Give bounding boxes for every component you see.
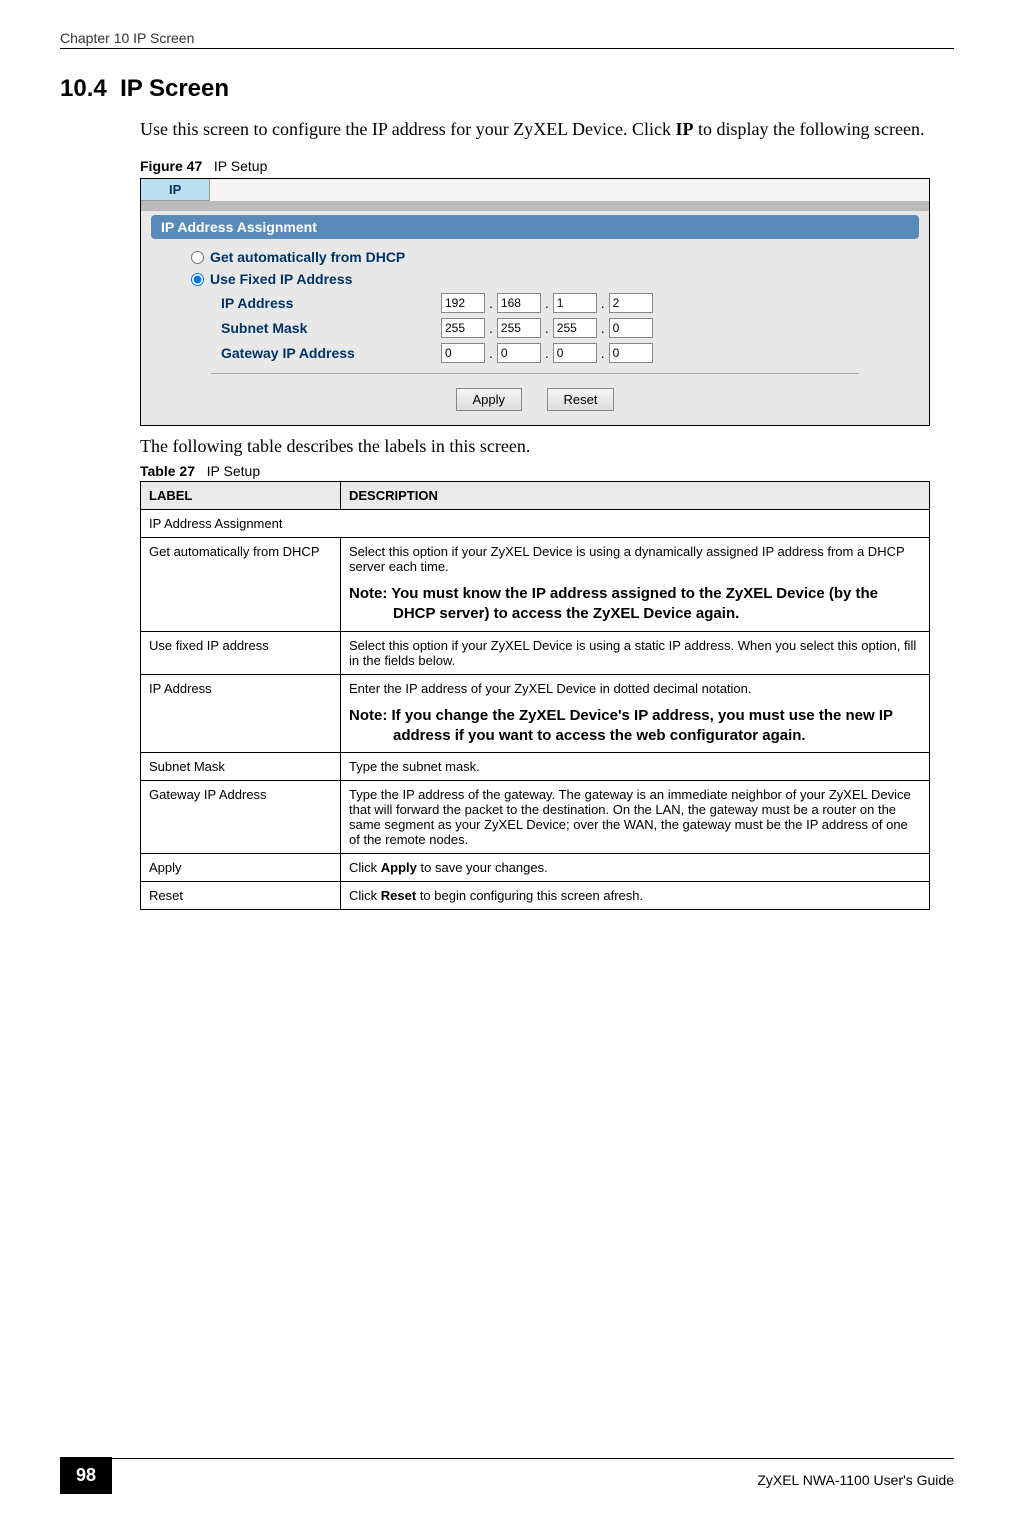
td-description: Type the IP address of the gateway. The …	[341, 781, 930, 854]
td-note: Note: If you change the ZyXEL Device's I…	[349, 706, 921, 747]
figure-label: Figure 47	[140, 158, 202, 174]
ip-octet-4[interactable]	[609, 293, 653, 313]
subnet-octet-2[interactable]	[497, 318, 541, 338]
footer-guide-name: ZyXEL NWA-1100 User's Guide	[757, 1472, 954, 1488]
dot-icon: .	[489, 345, 493, 361]
row-subnet-mask: Subnet Mask . . .	[221, 318, 919, 338]
td-label: Gateway IP Address	[141, 781, 341, 854]
td-desc-pre: Click	[349, 860, 381, 875]
divider	[211, 373, 859, 374]
radio-dhcp[interactable]	[191, 251, 204, 264]
dot-icon: .	[489, 295, 493, 311]
radio-row-fixed[interactable]: Use Fixed IP Address	[191, 271, 919, 287]
table-row: Subnet Mask Type the subnet mask.	[141, 753, 930, 781]
gateway-octet-4[interactable]	[609, 343, 653, 363]
dot-icon: .	[545, 295, 549, 311]
td-desc-pre: Click	[349, 888, 381, 903]
ip-octet-3[interactable]	[553, 293, 597, 313]
radio-fixed[interactable]	[191, 273, 204, 286]
td-label: IP Address Assignment	[141, 510, 930, 538]
td-description: Type the subnet mask.	[341, 753, 930, 781]
table-row: Use fixed IP address Select this option …	[141, 631, 930, 674]
td-description: Select this option if your ZyXEL Device …	[341, 631, 930, 674]
dot-icon: .	[601, 295, 605, 311]
ip-octet-1[interactable]	[441, 293, 485, 313]
ip-setup-screenshot: IP IP Address Assignment Get automatical…	[140, 178, 930, 426]
radio-row-dhcp[interactable]: Get automatically from DHCP	[191, 249, 919, 265]
reset-button[interactable]: Reset	[547, 388, 615, 411]
row-ip-address: IP Address . . .	[221, 293, 919, 313]
td-desc-text: Enter the IP address of your ZyXEL Devic…	[349, 681, 752, 696]
table-row: Reset Click Reset to begin configuring t…	[141, 882, 930, 910]
section-title: IP Screen	[120, 75, 229, 102]
td-bold: Apply	[381, 860, 417, 875]
td-description: Click Apply to save your changes.	[341, 854, 930, 882]
dot-icon: .	[601, 345, 605, 361]
dot-icon: .	[489, 320, 493, 336]
table-caption-title: IP Setup	[207, 463, 260, 479]
gateway-octet-3[interactable]	[553, 343, 597, 363]
th-label: LABEL	[141, 482, 341, 510]
table-caption: Table 27 IP Setup	[60, 463, 954, 479]
panel-title-ip-assignment: IP Address Assignment	[151, 215, 919, 239]
ip-setup-table: LABEL DESCRIPTION IP Address Assignment …	[140, 481, 930, 910]
figure-caption: Figure 47 IP Setup	[60, 158, 954, 174]
page-number: 98	[60, 1457, 112, 1494]
table-row: Get automatically from DHCP Select this …	[141, 538, 930, 632]
dot-icon: .	[545, 345, 549, 361]
td-label: Reset	[141, 882, 341, 910]
gateway-octet-1[interactable]	[441, 343, 485, 363]
ip-octet-2[interactable]	[497, 293, 541, 313]
table-row: IP Address Enter the IP address of your …	[141, 674, 930, 753]
intro-text-2: to display the following screen.	[694, 119, 925, 139]
label-gateway: Gateway IP Address	[221, 345, 441, 361]
subnet-octet-1[interactable]	[441, 318, 485, 338]
td-desc-post: to begin configuring this screen afresh.	[416, 888, 643, 903]
td-label: IP Address	[141, 674, 341, 753]
table-row: Apply Click Apply to save your changes.	[141, 854, 930, 882]
intro-paragraph: Use this screen to configure the IP addr…	[60, 117, 954, 142]
subnet-octet-3[interactable]	[553, 318, 597, 338]
dot-icon: .	[545, 320, 549, 336]
table-row: IP Address Assignment	[141, 510, 930, 538]
tab-bar	[141, 201, 929, 211]
label-ip-address: IP Address	[221, 295, 441, 311]
td-bold: Reset	[381, 888, 416, 903]
table-intro-text: The following table describes the labels…	[60, 436, 954, 457]
gateway-octet-2[interactable]	[497, 343, 541, 363]
row-gateway: Gateway IP Address . . .	[221, 343, 919, 363]
td-label: Get automatically from DHCP	[141, 538, 341, 632]
td-description: Click Reset to begin configuring this sc…	[341, 882, 930, 910]
page-header: Chapter 10 IP Screen	[60, 30, 954, 49]
td-label: Apply	[141, 854, 341, 882]
page-footer: 98 ZyXEL NWA-1100 User's Guide	[60, 1458, 954, 1494]
intro-bold-ip: IP	[676, 119, 694, 139]
table-caption-label: Table 27	[140, 463, 195, 479]
intro-text-1: Use this screen to configure the IP addr…	[140, 119, 676, 139]
td-note: Note: You must know the IP address assig…	[349, 584, 921, 625]
td-desc-post: to save your changes.	[417, 860, 548, 875]
section-heading: 10.4 IP Screen	[60, 75, 954, 103]
th-description: DESCRIPTION	[341, 482, 930, 510]
td-description: Select this option if your ZyXEL Device …	[341, 538, 930, 632]
td-label: Use fixed IP address	[141, 631, 341, 674]
section-number: 10.4	[60, 75, 107, 102]
td-description: Enter the IP address of your ZyXEL Devic…	[341, 674, 930, 753]
apply-button[interactable]: Apply	[456, 388, 523, 411]
tab-ip[interactable]: IP	[141, 179, 210, 201]
radio-dhcp-label: Get automatically from DHCP	[210, 249, 405, 265]
td-desc-text: Select this option if your ZyXEL Device …	[349, 544, 904, 574]
figure-title: IP Setup	[214, 158, 267, 174]
label-subnet-mask: Subnet Mask	[221, 320, 441, 336]
subnet-octet-4[interactable]	[609, 318, 653, 338]
radio-fixed-label: Use Fixed IP Address	[210, 271, 352, 287]
dot-icon: .	[601, 320, 605, 336]
td-label: Subnet Mask	[141, 753, 341, 781]
table-row: Gateway IP Address Type the IP address o…	[141, 781, 930, 854]
